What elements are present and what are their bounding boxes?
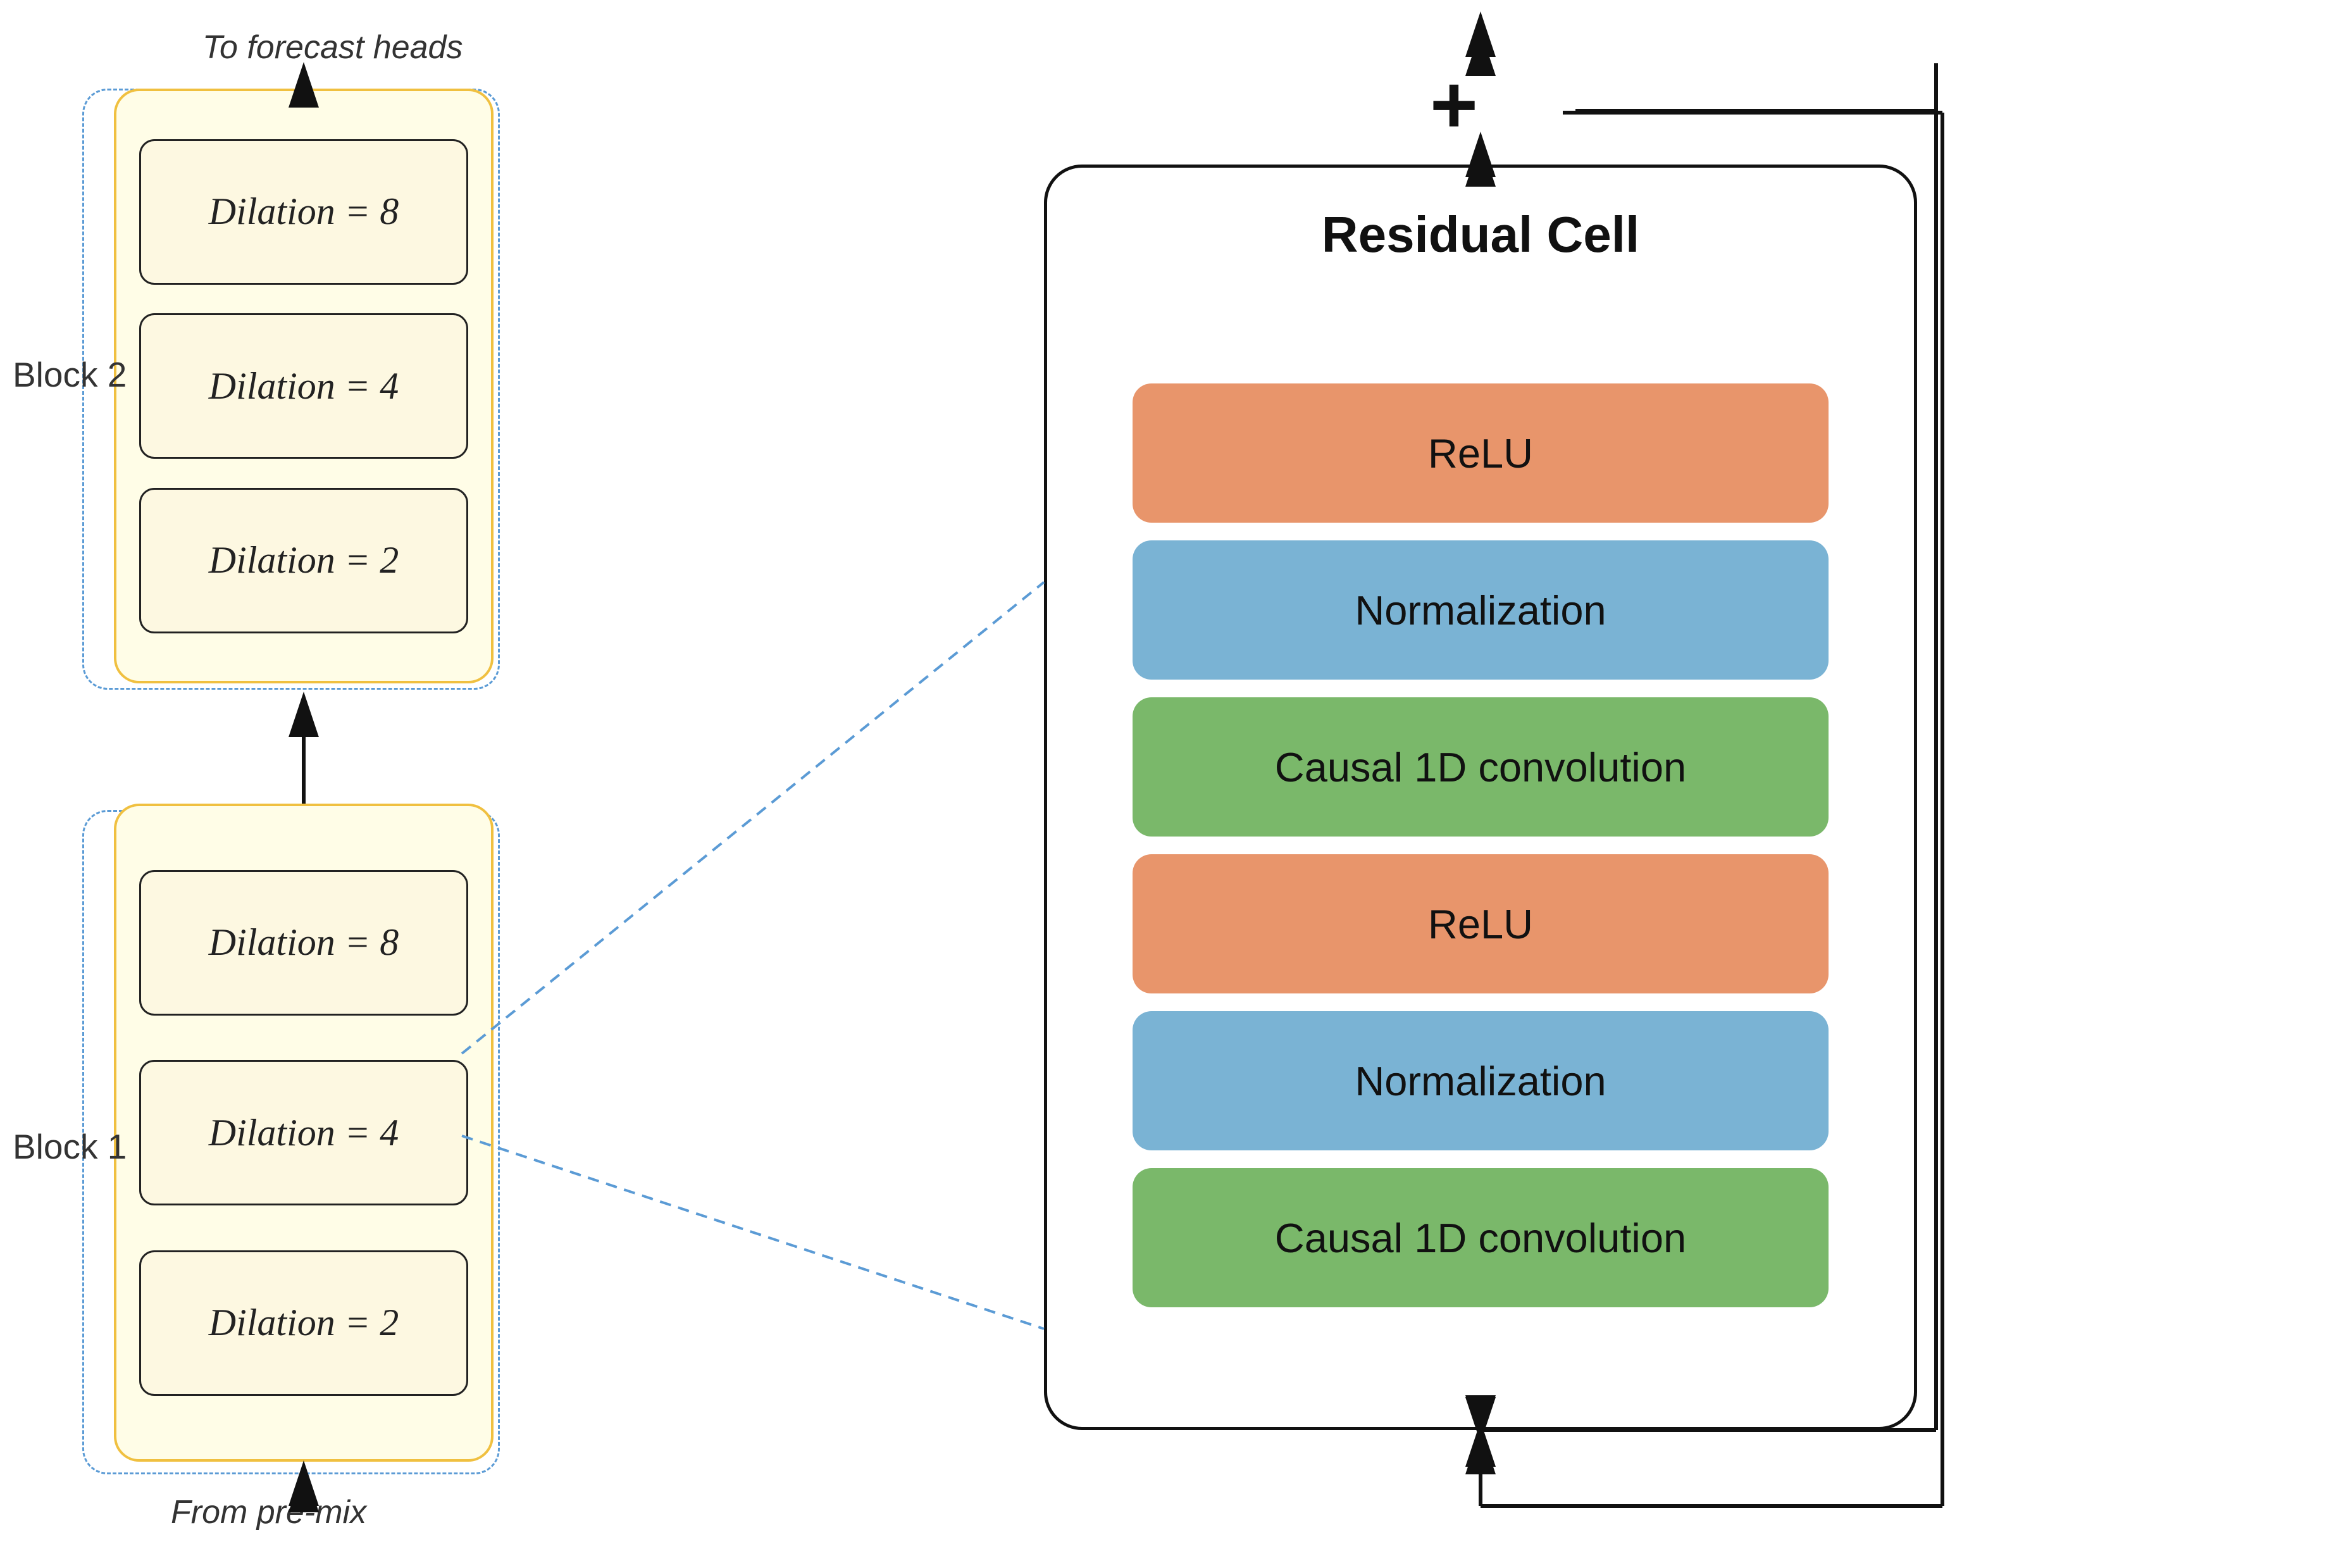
block1-dilation2: Dilation = 2	[139, 1250, 468, 1396]
block2-label: Block 2	[13, 354, 127, 395]
block1-yellow: Dilation = 8 Dilation = 4 Dilation = 2	[114, 804, 494, 1462]
forecast-label: To forecast heads	[202, 28, 463, 66]
block1-dilation8: Dilation = 8	[139, 870, 468, 1016]
block2-dilation2: Dilation = 2	[139, 488, 468, 633]
plus-symbol: +	[1430, 57, 1478, 152]
res-conv2: Causal 1D convolution	[1133, 1168, 1829, 1307]
block1-dilation4: Dilation = 4	[139, 1060, 468, 1205]
block2-dilation2-label: Dilation = 2	[209, 538, 399, 582]
res-conv1: Causal 1D convolution	[1133, 697, 1829, 837]
res-norm2: Normalization	[1133, 1011, 1829, 1150]
diagram-container: To forecast heads Dilation = 8 Dilation …	[0, 0, 2329, 1568]
block2-dilation8-label: Dilation = 8	[209, 190, 399, 233]
block1-dilation4-label: Dilation = 4	[209, 1111, 399, 1155]
premix-label: From pre-mix	[171, 1493, 366, 1531]
block2-dilation4-label: Dilation = 4	[209, 364, 399, 408]
block1-label: Block 1	[13, 1126, 127, 1167]
block2-yellow: Dilation = 8 Dilation = 4 Dilation = 2	[114, 89, 494, 683]
res-norm1: Normalization	[1133, 540, 1829, 680]
block2-dilation8: Dilation = 8	[139, 139, 468, 285]
block2-dilation4: Dilation = 4	[139, 313, 468, 459]
residual-cell-title: Residual Cell	[1322, 206, 1639, 264]
res-relu2: ReLU	[1133, 854, 1829, 993]
res-relu1: ReLU	[1133, 383, 1829, 523]
block1-dilation2-label: Dilation = 2	[209, 1301, 399, 1345]
block1-dilation8-label: Dilation = 8	[209, 921, 399, 964]
residual-cell: Residual Cell ReLU Normalization Causal …	[1044, 165, 1917, 1430]
res-cell-layers: ReLU Normalization Causal 1D convolution…	[1085, 289, 1876, 1402]
